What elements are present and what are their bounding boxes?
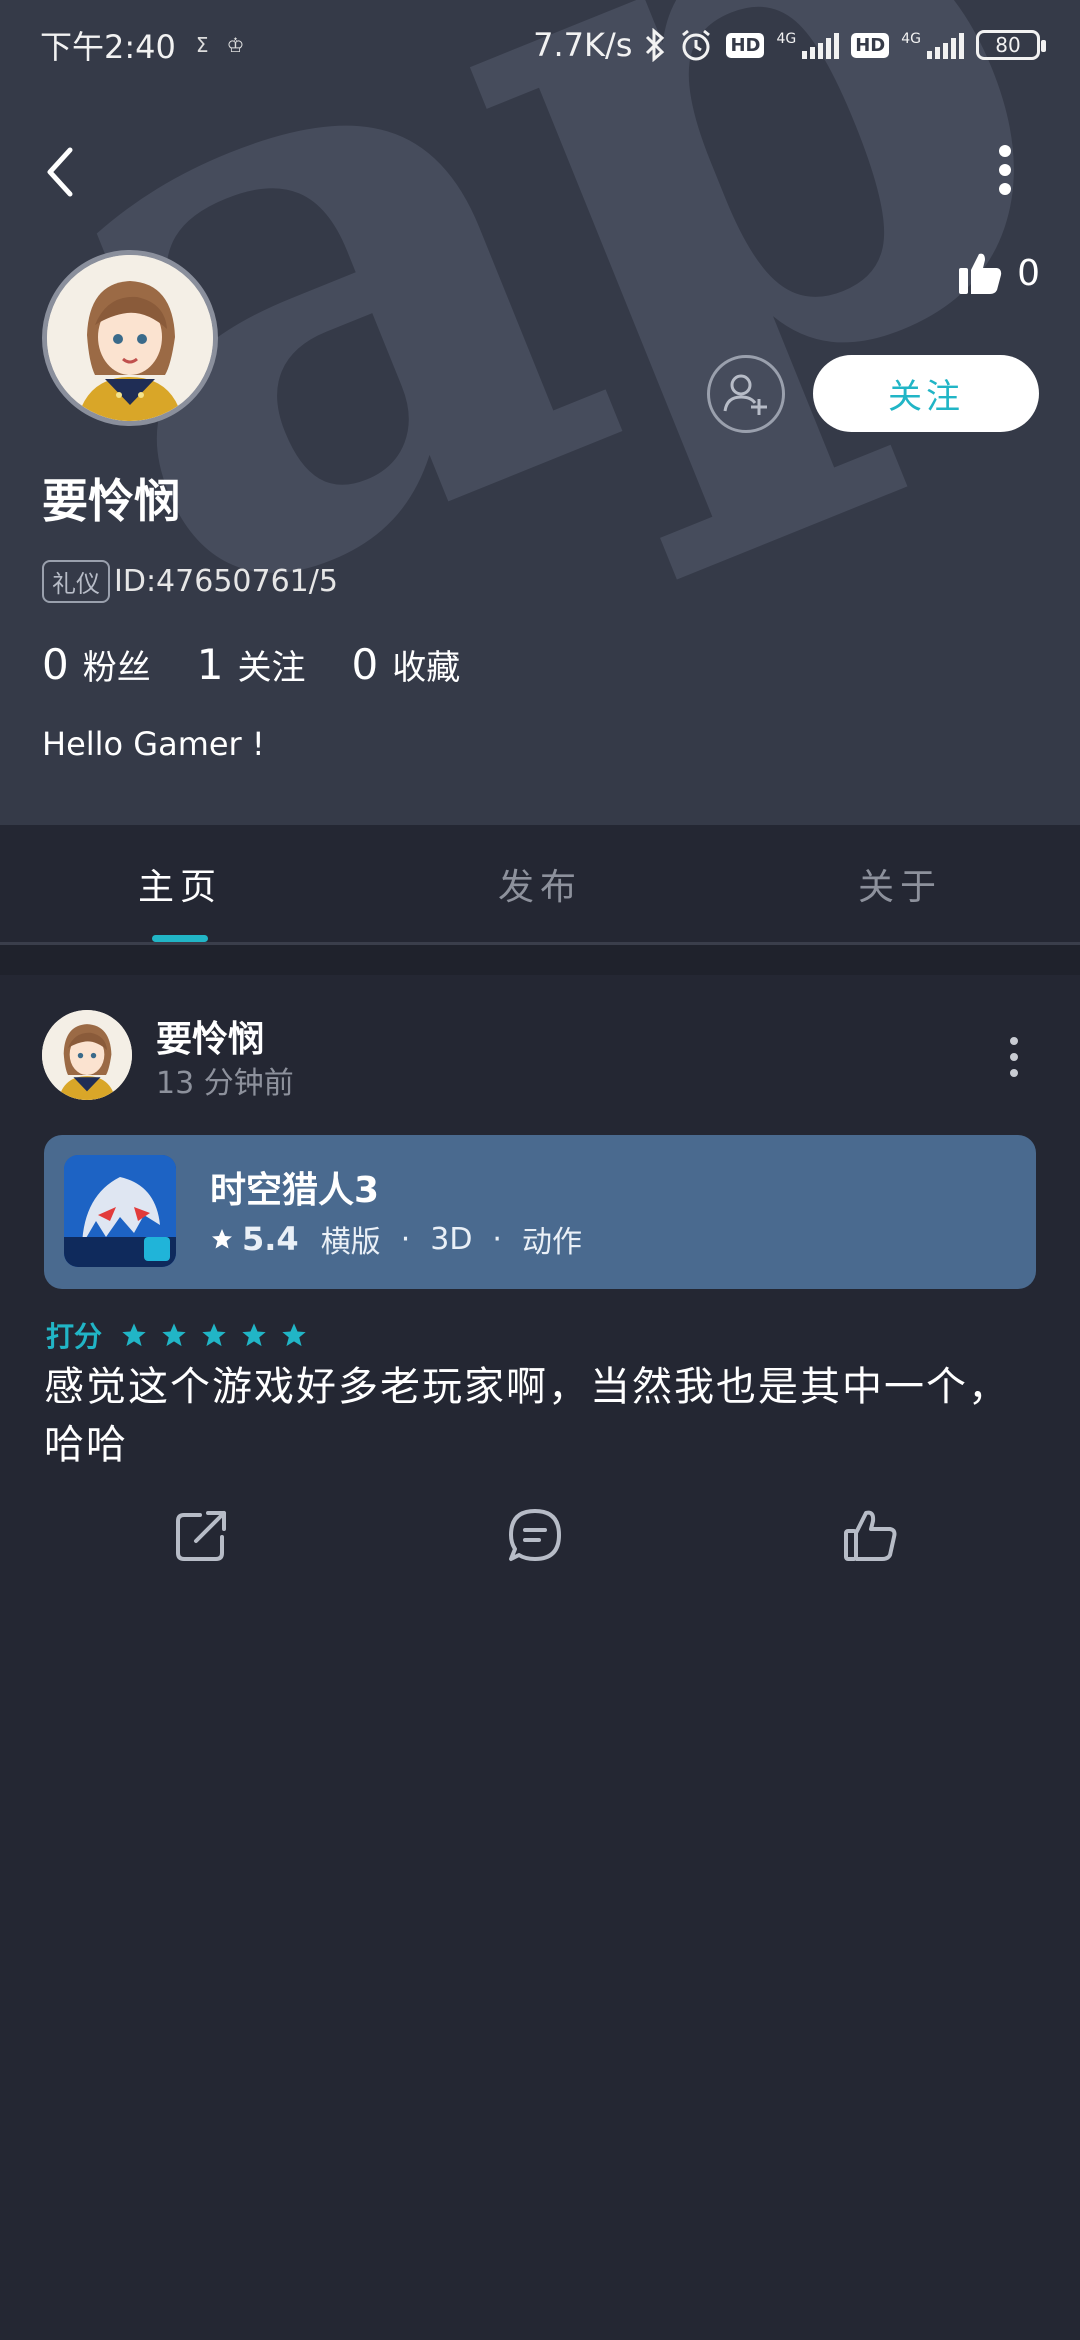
- game-tag: 横版: [320, 1225, 381, 1260]
- share-icon[interactable]: [172, 1505, 232, 1565]
- stat-number: 1: [196, 640, 224, 689]
- likes-counter[interactable]: 0: [957, 250, 1040, 296]
- post-author-name[interactable]: 要怜悯: [156, 1010, 264, 1062]
- stat-following[interactable]: 1 关注: [197, 640, 306, 689]
- stat-number: 0: [351, 640, 379, 689]
- stat-label: 收藏: [392, 648, 461, 688]
- game-score: 5.4: [242, 1220, 299, 1258]
- game-meta: 5.4 横版 · 3D · 动作: [210, 1217, 582, 1261]
- battery-level: 80: [995, 33, 1021, 57]
- signal-icon: 4G: [901, 31, 964, 59]
- status-notification-icon: Σ: [195, 33, 209, 57]
- star-icon: [212, 1229, 232, 1249]
- post-author-avatar[interactable]: [42, 1010, 132, 1100]
- star-icon: [162, 1323, 186, 1347]
- more-options-icon[interactable]: [990, 145, 1020, 195]
- avatar[interactable]: [42, 250, 218, 426]
- rating-row: 打分: [46, 1315, 308, 1355]
- stat-label: 粉丝: [82, 648, 151, 688]
- thumbs-up-outline-icon[interactable]: [840, 1505, 900, 1565]
- tab-home[interactable]: 主页: [0, 825, 360, 942]
- alarm-icon: [682, 29, 711, 61]
- game-tag: 动作: [521, 1225, 582, 1260]
- stat-number: 0: [42, 640, 69, 689]
- post-timestamp: 13 分钟前: [156, 1066, 294, 1101]
- net-speed: 7.7K/s: [533, 26, 633, 64]
- add-friend-button[interactable]: [707, 355, 785, 433]
- stat-fans[interactable]: 0 粉丝: [42, 640, 151, 689]
- separator-dot: ·: [400, 1221, 411, 1257]
- hd-badge: HD: [851, 32, 890, 58]
- avatar-illustration: [42, 1010, 132, 1100]
- section-divider: [0, 945, 1080, 975]
- signal-icon: 4G: [776, 31, 840, 59]
- status-notification-icon: ♔: [226, 33, 245, 57]
- tab-about[interactable]: 关于: [720, 825, 1080, 942]
- comment-icon[interactable]: [505, 1505, 565, 1565]
- back-icon[interactable]: [38, 140, 82, 204]
- user-id: ID:47650761/5: [114, 564, 338, 599]
- game-card[interactable]: 时空猎人3 5.4 横版 · 3D · 动作: [44, 1135, 1036, 1289]
- star-icon: [242, 1323, 266, 1347]
- game-title: 时空猎人3: [210, 1170, 380, 1211]
- bluetooth-icon: [646, 28, 665, 62]
- profile-stats: 0 粉丝 1 关注 0 收藏: [42, 640, 506, 689]
- rating-label: 打分: [46, 1320, 103, 1353]
- separator-dot: ·: [492, 1221, 502, 1257]
- user-id-row: 礼仪 ID:47650761/5: [42, 560, 338, 603]
- star-icon: [282, 1323, 306, 1347]
- thumbs-up-icon: [959, 253, 1002, 294]
- likes-count: 0: [1017, 252, 1040, 294]
- stat-label: 关注: [237, 648, 306, 688]
- user-bio: Hello Gamer !: [42, 725, 265, 763]
- status-time: 下午2:40: [40, 28, 176, 66]
- username: 要怜悯: [42, 474, 180, 528]
- add-user-icon: [723, 374, 767, 415]
- follow-button[interactable]: 关注: [813, 355, 1039, 432]
- battery-icon: 80: [976, 30, 1046, 60]
- star-icon: [122, 1323, 146, 1347]
- post-body: 感觉这个游戏好多老玩家啊，当然我也是其中一个，哈哈: [44, 1364, 1010, 1468]
- avatar-illustration: [47, 255, 213, 421]
- game-tag: 3D: [430, 1221, 473, 1257]
- game-icon: [64, 1155, 176, 1267]
- stat-favorites[interactable]: 0 收藏: [351, 640, 460, 689]
- status-bar: 下午2:40 Σ ♔ 7.7K/s HD 4G HD 4G 80: [0, 0, 1080, 90]
- tab-posts[interactable]: 发布: [360, 825, 720, 942]
- hd-badge: HD: [726, 32, 765, 58]
- user-tag-badge: 礼仪: [42, 560, 110, 603]
- game-art-icon: [64, 1155, 176, 1267]
- star-icon: [202, 1323, 226, 1347]
- post-more-icon[interactable]: [1006, 1037, 1022, 1077]
- post-actions: [0, 1505, 1080, 1585]
- profile-tabs: 主页 发布 关于: [0, 825, 1080, 945]
